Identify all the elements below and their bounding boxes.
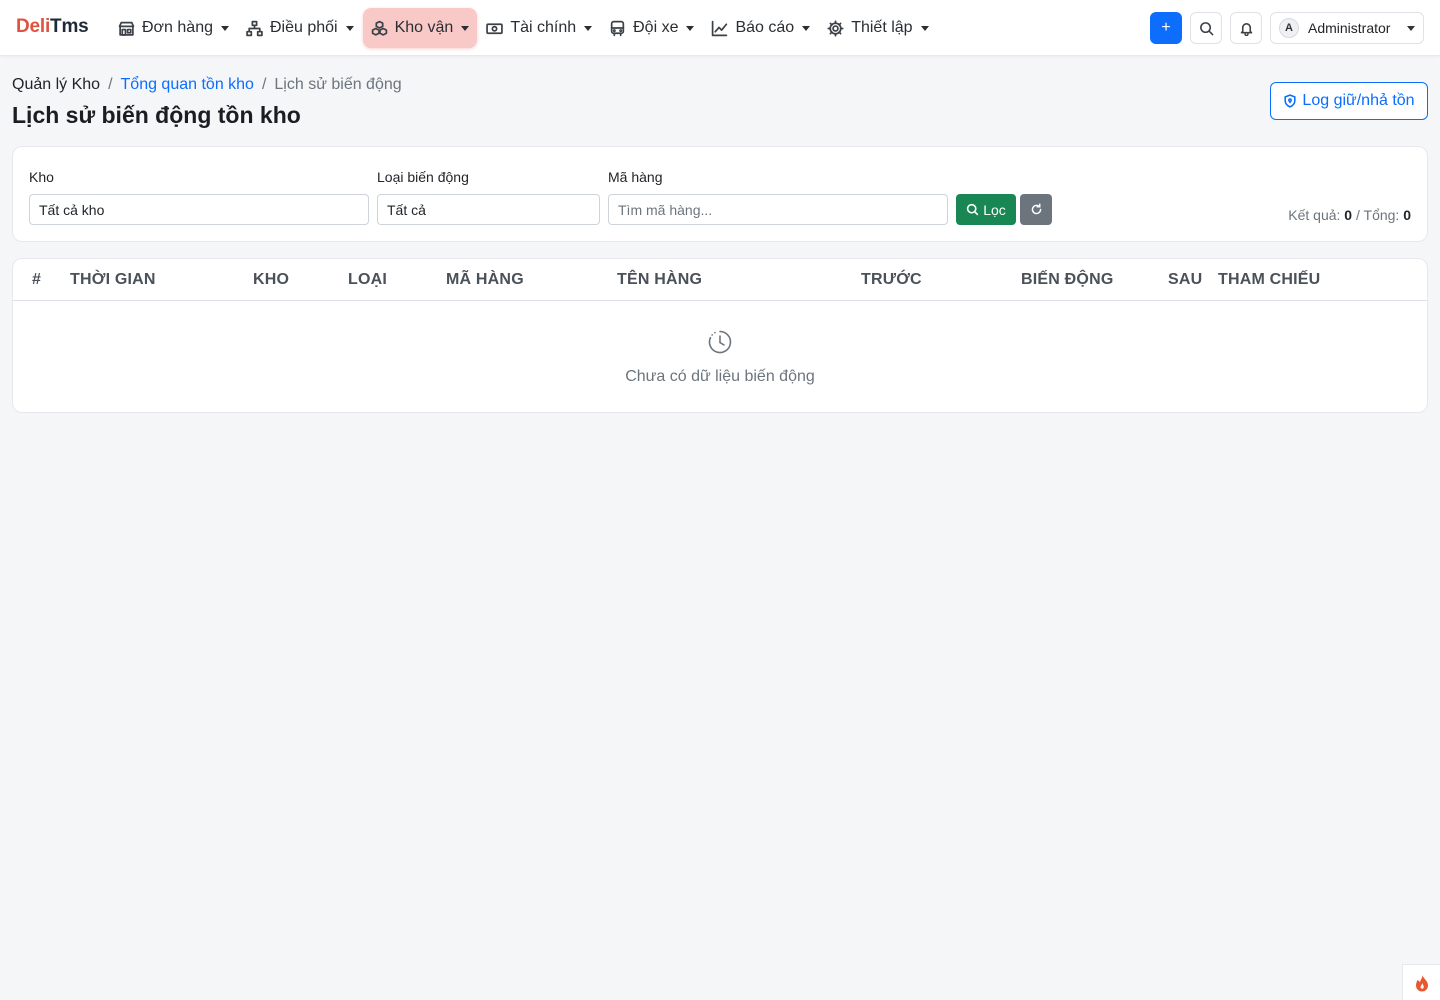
result-count: 0 — [1344, 207, 1353, 223]
search-icon — [967, 203, 979, 216]
search-button[interactable] — [1190, 12, 1222, 44]
column-header-after: SAU — [1168, 271, 1203, 288]
caret-down-icon — [686, 25, 695, 31]
hold-release-log-button[interactable]: Log giữ/nhả tồn — [1270, 82, 1428, 120]
user-menu-button[interactable]: A Administrator — [1270, 12, 1424, 44]
caret-down-icon — [1407, 25, 1415, 31]
avatar: A — [1279, 18, 1299, 38]
nav-item-reports[interactable]: Báo cáo — [703, 8, 818, 48]
result-summary: Kết quả: 0 / Tổng: 0 — [1288, 207, 1411, 223]
item-code-input[interactable]: Tìm mã hàng... — [608, 194, 948, 225]
nav-item-settings[interactable]: Thiết lập — [819, 8, 936, 48]
empty-state-text: Chưa có dữ liệu biến động — [625, 368, 815, 385]
store-icon — [118, 21, 135, 36]
nav-item-finance[interactable]: Tài chính — [478, 8, 600, 48]
column-header-time: THỜI GIAN — [70, 271, 156, 288]
caret-down-icon — [345, 25, 354, 31]
nav-item-fleet[interactable]: Đội xe — [601, 8, 702, 48]
top-navbar: DeliTms Đơn hàng Điều phối Kho vận Tài c… — [0, 0, 1440, 56]
refresh-icon — [1031, 203, 1041, 215]
caret-down-icon — [802, 25, 811, 31]
movement-history-table: # THỜI GIAN KHO LOẠI MÃ HÀNG TÊN HÀNG TR… — [12, 258, 1428, 413]
nav-item-label: Điều phối — [269, 19, 338, 36]
column-header-index: # — [32, 271, 42, 288]
breadcrumb-root: Quản lý Kho — [12, 76, 101, 93]
nav-item-label: Thiết lập — [851, 19, 913, 36]
filter-button-label: Lọc — [983, 201, 1006, 218]
table-header: # THỜI GIAN KHO LOẠI MÃ HÀNG TÊN HÀNG TR… — [13, 259, 1427, 301]
boxes-icon — [371, 20, 387, 36]
column-header-change: BIẾN ĐỘNG — [1021, 271, 1114, 288]
breadcrumb-link-inventory-overview[interactable]: Tổng quan tồn kho — [121, 76, 254, 94]
column-header-type: LOẠI — [348, 271, 388, 288]
column-header-item-code: MÃ HÀNG — [446, 271, 524, 288]
caret-down-icon — [220, 25, 229, 31]
item-code-filter-label: Mã hàng — [608, 169, 663, 185]
warehouse-filter-label: Kho — [29, 169, 54, 185]
main-nav: Đơn hàng Điều phối Kho vận Tài chính Đội… — [110, 8, 938, 48]
nav-item-orders[interactable]: Đơn hàng — [110, 8, 237, 48]
notifications-button[interactable] — [1230, 12, 1262, 44]
brand-logo[interactable]: DeliTms — [16, 16, 89, 38]
shield-icon — [1284, 94, 1297, 108]
search-icon — [1199, 21, 1213, 35]
caret-down-icon — [461, 25, 470, 31]
nav-item-dispatch[interactable]: Điều phối — [238, 8, 362, 48]
gear-icon — [827, 19, 844, 37]
movement-type-select[interactable]: Tất cả — [377, 194, 600, 225]
column-header-item-name: TÊN HÀNG — [617, 271, 703, 288]
empty-state: Chưa có dữ liệu biến động — [13, 329, 1427, 386]
cash-icon — [486, 22, 504, 34]
plus-icon: + — [1161, 19, 1171, 36]
brand-logo-part1: Deli — [16, 16, 51, 37]
caret-down-icon — [584, 25, 593, 31]
navbar-actions: + A Administrator — [1150, 12, 1424, 44]
column-header-reference: THAM CHIẾU — [1218, 271, 1321, 288]
caret-down-icon — [920, 25, 929, 31]
breadcrumb: Quản lý Kho / Tổng quan tồn kho / Lịch s… — [12, 76, 402, 94]
total-count: 0 — [1403, 207, 1411, 223]
nav-item-label: Kho vận — [394, 19, 454, 36]
breadcrumb-separator: / — [108, 76, 113, 93]
filter-panel: Kho Tất cả kho Loại biến động Tất cả Mã … — [12, 146, 1428, 242]
breadcrumb-current: Lịch sử biến động — [274, 76, 402, 93]
reset-filter-button[interactable] — [1020, 194, 1052, 225]
nav-item-label: Đơn hàng — [142, 19, 213, 36]
clock-history-icon — [708, 330, 732, 354]
breadcrumb-separator: / — [261, 76, 267, 93]
bus-icon — [610, 20, 625, 36]
nav-item-warehouse[interactable]: Kho vận — [362, 8, 478, 48]
diagram-icon — [246, 20, 263, 36]
hold-release-log-label: Log giữ/nhả tồn — [1302, 92, 1415, 109]
page-title: Lịch sử biến động tồn kho — [12, 102, 301, 128]
debug-toolbar-toggle[interactable] — [1402, 964, 1440, 1000]
movement-type-filter-label: Loại biến động — [377, 169, 469, 185]
warehouse-select[interactable]: Tất cả kho — [29, 194, 369, 225]
nav-item-label: Báo cáo — [735, 19, 795, 36]
brand-logo-part2: Tms — [50, 16, 89, 37]
total-label: / Tổng: — [1355, 207, 1400, 223]
column-header-before: TRƯỚC — [861, 271, 922, 288]
nav-item-label: Đội xe — [633, 19, 679, 36]
filter-button[interactable]: Lọc — [956, 194, 1016, 225]
bell-icon — [1240, 22, 1252, 36]
nav-item-label: Tài chính — [510, 19, 577, 36]
graph-up-icon — [712, 20, 728, 36]
quick-add-button[interactable]: + — [1150, 12, 1182, 44]
user-name: Administrator — [1308, 20, 1391, 36]
column-header-warehouse: KHO — [253, 271, 290, 288]
flame-icon — [1415, 974, 1428, 991]
result-label: Kết quả: — [1288, 207, 1341, 223]
